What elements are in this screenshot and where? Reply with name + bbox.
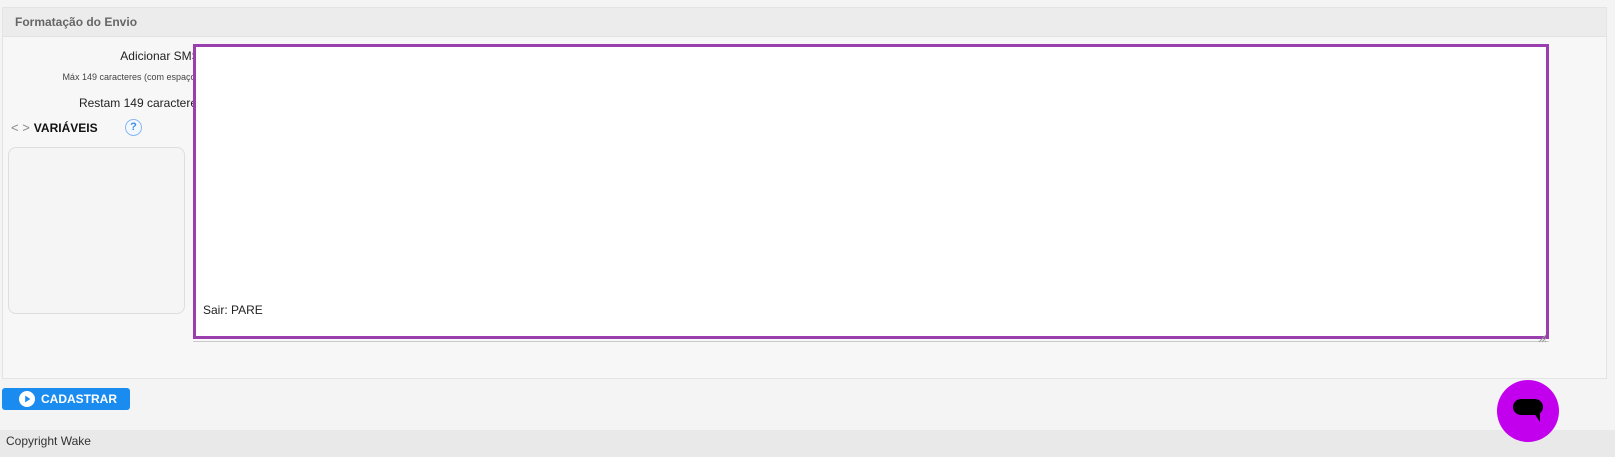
variables-list[interactable] [8, 147, 185, 314]
max-chars-hint: Máx 149 caracteres (com espaços) [62, 72, 203, 82]
help-icon[interactable]: ? [125, 119, 142, 136]
remaining-chars-counter: Restam 149 caracteres [78, 96, 203, 110]
cadastrar-button[interactable]: CADASTRAR [2, 388, 130, 410]
chat-bubble-icon [1513, 399, 1543, 422]
resize-grip-icon[interactable] [1538, 334, 1547, 343]
add-sms-label: Adicionar SMS: [120, 49, 203, 63]
cadastrar-label: CADASTRAR [41, 392, 117, 406]
code-brackets-icon: < > [11, 120, 30, 135]
play-circle-icon [19, 391, 35, 407]
textarea-underline [193, 339, 1549, 342]
variables-label: VARIÁVEIS [33, 121, 98, 135]
sms-message-textarea[interactable]: Sair: PARE [193, 44, 1549, 339]
copyright-text: Copyright Wake [6, 434, 91, 448]
panel-title: Formatação do Envio [3, 8, 1606, 37]
sms-opt-out-text: Sair: PARE [203, 303, 263, 317]
variables-toggle[interactable]: < > VARIÁVEIS [11, 120, 98, 135]
chat-launcher-button[interactable] [1497, 380, 1559, 442]
page-footer: Copyright Wake [0, 430, 1615, 457]
